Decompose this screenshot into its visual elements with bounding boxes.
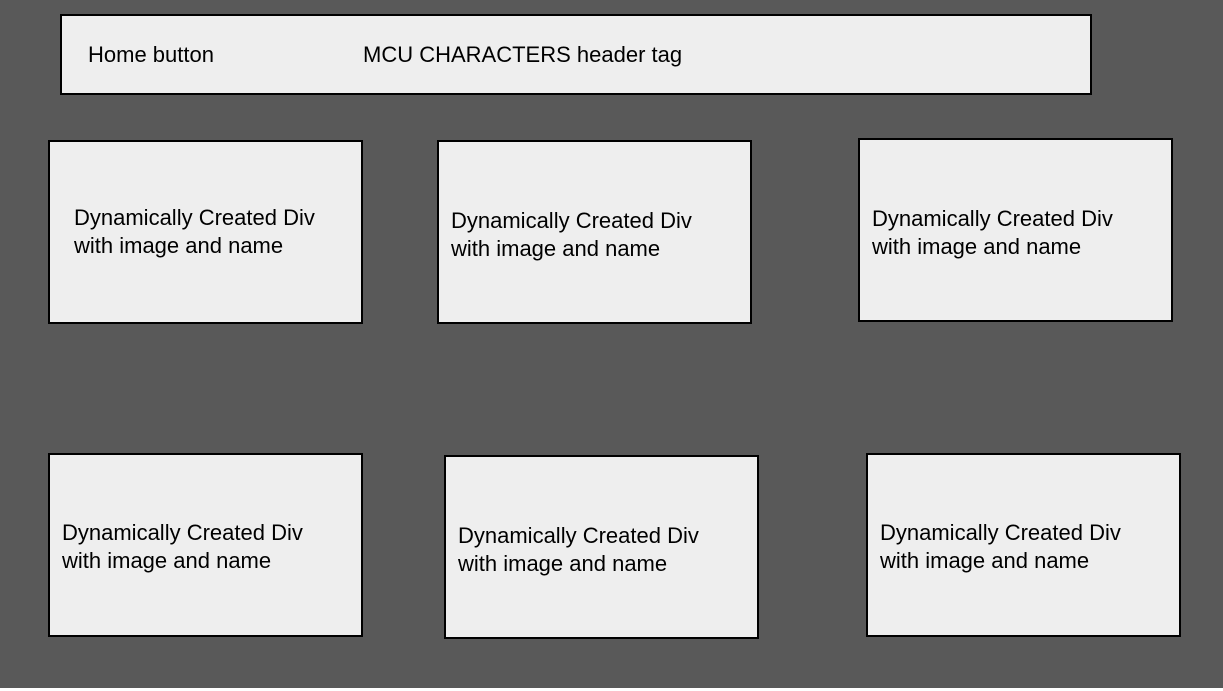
header-bar: Home button MCU CHARACTERS header tag [60, 14, 1092, 95]
character-card: Dynamically Created Div with image and n… [48, 453, 363, 637]
wireframe-canvas: Home button MCU CHARACTERS header tag Dy… [0, 0, 1223, 688]
character-card: Dynamically Created Div with image and n… [444, 455, 759, 639]
card-label: Dynamically Created Div with image and n… [62, 520, 303, 573]
card-label: Dynamically Created Div with image and n… [451, 208, 692, 261]
character-card: Dynamically Created Div with image and n… [437, 140, 752, 324]
character-card: Dynamically Created Div with image and n… [48, 140, 363, 324]
header-title-label: MCU CHARACTERS header tag [363, 42, 683, 67]
card-label: Dynamically Created Div with image and n… [74, 205, 315, 258]
card-label: Dynamically Created Div with image and n… [458, 523, 699, 576]
card-label: Dynamically Created Div with image and n… [872, 206, 1113, 259]
home-button-label: Home button [88, 42, 214, 67]
card-label: Dynamically Created Div with image and n… [880, 520, 1121, 573]
character-card: Dynamically Created Div with image and n… [858, 138, 1173, 322]
character-card: Dynamically Created Div with image and n… [866, 453, 1181, 637]
